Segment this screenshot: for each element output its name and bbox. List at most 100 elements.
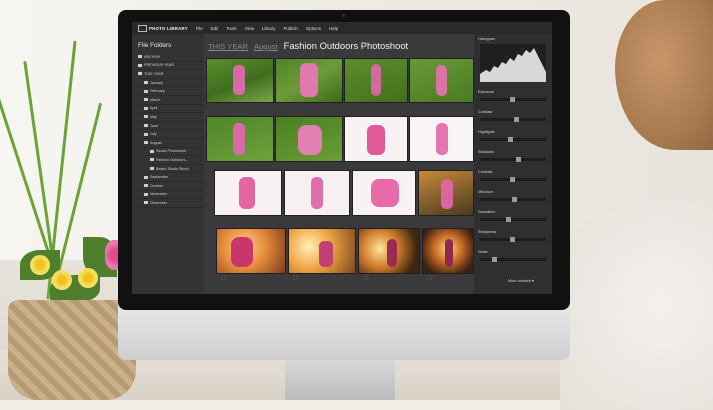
adjustment-slider[interactable] xyxy=(480,197,546,202)
folder-label: March xyxy=(150,97,161,102)
photo-subject xyxy=(298,125,322,155)
more-controls-button[interactable]: More controls ▾ xyxy=(508,278,534,283)
control-label: Noise xyxy=(478,250,488,254)
menu-publish[interactable]: Publish xyxy=(283,26,297,31)
photo-subject xyxy=(387,239,397,267)
folder-item[interactable]: Studio Photoshoot xyxy=(138,148,204,157)
adjustment-slider[interactable] xyxy=(480,117,546,122)
folder-icon xyxy=(144,98,148,102)
breadcrumb: THIS YEAR August Fashion Outdoors Photos… xyxy=(208,40,408,51)
folder-item[interactable]: March xyxy=(138,96,204,105)
slider-handle[interactable] xyxy=(510,97,515,102)
menu-file[interactable]: File xyxy=(196,26,203,31)
album-title: Fashion Outdoors Photoshoot xyxy=(283,40,409,51)
control-label: Vibrance xyxy=(478,190,493,194)
folder-icon xyxy=(144,201,148,205)
folder-label: October xyxy=(150,183,164,188)
adjustments-panel: Histogram Exposure Contrast Highlights Shad… xyxy=(474,34,552,294)
folder-item[interactable]: October xyxy=(138,182,204,191)
menu-tools[interactable]: Tools xyxy=(226,26,236,31)
adjustment-slider[interactable] xyxy=(480,217,546,222)
photo-thumbnail[interactable] xyxy=(344,116,408,162)
adjustment-slider[interactable] xyxy=(480,137,546,142)
folder-item[interactable]: July xyxy=(138,130,204,139)
breadcrumb-year[interactable]: THIS YEAR xyxy=(208,42,248,51)
menu-library[interactable]: Library xyxy=(262,26,275,31)
adjustment-slider[interactable] xyxy=(480,257,546,262)
control-label: Highlights xyxy=(478,130,495,134)
folder-item[interactable]: February xyxy=(138,87,204,96)
folder-label: December xyxy=(150,200,168,205)
photo-thumbnail[interactable] xyxy=(358,228,420,274)
photo-thumbnail[interactable] xyxy=(409,58,474,103)
folder-icon xyxy=(144,115,148,119)
folder-item[interactable]: PREVIOUS YEAR xyxy=(138,62,204,71)
folder-item[interactable]: Beach Studio Shoot xyxy=(138,165,204,174)
photo-thumbnail[interactable] xyxy=(344,58,408,103)
photo-subject xyxy=(311,177,323,209)
slider-handle[interactable] xyxy=(506,217,511,222)
folder-list: ARCHIVE PREVIOUS YEAR THIS YEAR January Febr… xyxy=(132,53,204,208)
monitor-stand xyxy=(285,360,395,400)
adjustment-slider[interactable] xyxy=(480,177,546,182)
folder-item[interactable]: May xyxy=(138,113,204,122)
photo-thumbnail[interactable] xyxy=(206,58,274,103)
photo-subject xyxy=(239,177,255,209)
control-label: Contrast xyxy=(478,110,493,114)
folder-icon xyxy=(144,175,148,179)
folder-icon xyxy=(150,158,154,162)
photo-subject xyxy=(436,123,448,155)
folder-icon xyxy=(144,89,148,93)
breadcrumb-month[interactable]: August xyxy=(254,42,278,51)
slider-handle[interactable] xyxy=(508,137,513,142)
photo-thumbnail[interactable] xyxy=(418,170,474,216)
folder-item[interactable]: June xyxy=(138,122,204,131)
slider-handle[interactable] xyxy=(510,177,515,182)
photo-subject xyxy=(371,179,399,207)
photo-thumbnail[interactable] xyxy=(409,116,474,162)
control-label: Shadows xyxy=(478,150,494,154)
slider-handle[interactable] xyxy=(510,237,515,242)
menu-edit[interactable]: Edit xyxy=(211,26,219,31)
wicker-basket xyxy=(8,300,136,400)
folder-label: ARCHIVE xyxy=(144,54,161,59)
photo-thumbnail[interactable] xyxy=(214,170,282,216)
photo-thumbnail[interactable] xyxy=(206,116,274,162)
adjustment-slider[interactable] xyxy=(480,237,546,242)
folder-item[interactable]: December xyxy=(138,199,204,208)
app-name: PHOTO LIBRARY xyxy=(149,25,188,31)
app-logo-icon xyxy=(138,24,147,32)
adjustment-slider[interactable] xyxy=(480,157,546,162)
histogram-label: Histogram xyxy=(478,37,496,41)
photo-thumbnail[interactable] xyxy=(275,116,343,162)
adjustment-slider[interactable] xyxy=(480,97,546,102)
folder-item[interactable]: August xyxy=(138,139,204,148)
photo-thumbnail[interactable] xyxy=(284,170,350,216)
slider-handle[interactable] xyxy=(516,157,521,162)
folder-item[interactable]: Fashion Outdoors... xyxy=(138,156,204,165)
folder-icon xyxy=(144,184,148,188)
slider-handle[interactable] xyxy=(492,257,497,262)
folder-item[interactable]: ARCHIVE xyxy=(138,53,204,62)
slider-handle[interactable] xyxy=(514,117,519,122)
yellow-flower xyxy=(52,270,72,290)
folder-item[interactable]: September xyxy=(138,173,204,182)
photo-thumbnail[interactable] xyxy=(216,228,286,274)
menu-view[interactable]: View xyxy=(245,26,254,31)
menu-options[interactable]: Options xyxy=(306,26,321,31)
menu-bar: PHOTO LIBRARY File Edit Tools View Libra… xyxy=(132,22,552,34)
slider-handle[interactable] xyxy=(512,197,517,202)
folder-item[interactable]: January xyxy=(138,79,204,88)
folder-item[interactable]: November xyxy=(138,191,204,200)
control-label: Contrast xyxy=(478,170,493,174)
folder-icon xyxy=(150,167,154,171)
photo-thumbnail[interactable] xyxy=(275,58,343,103)
photo-thumbnail[interactable] xyxy=(352,170,416,216)
menu-help[interactable]: Help xyxy=(329,26,338,31)
photo-thumbnail[interactable] xyxy=(288,228,356,274)
folder-item[interactable]: THIS YEAR xyxy=(138,70,204,79)
folder-item[interactable]: April xyxy=(138,105,204,114)
folder-icon xyxy=(144,141,148,145)
photo-thumbnail[interactable] xyxy=(422,228,474,274)
folder-icon xyxy=(138,63,142,67)
